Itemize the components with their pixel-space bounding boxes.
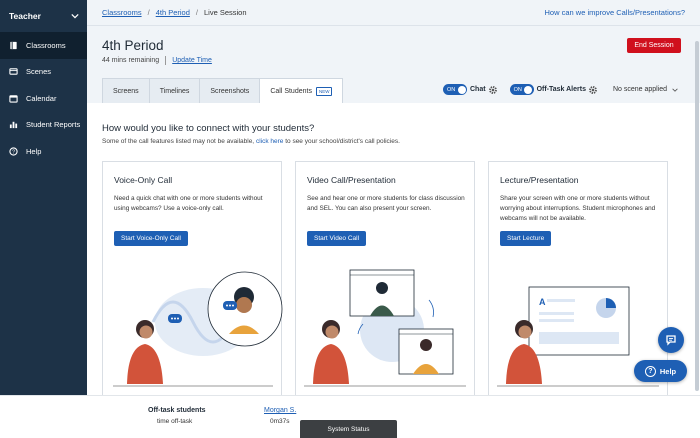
question-icon: ? xyxy=(644,365,656,377)
tab-label: Call Students xyxy=(270,88,312,95)
session-header: 4th Period 44 mins remaining Update Time… xyxy=(87,26,700,104)
off-task-tray: Off-task students time off-task Morgan S… xyxy=(0,395,700,438)
bar-chart-icon xyxy=(9,120,18,129)
system-status-button[interactable]: System Status xyxy=(300,420,397,438)
card-title: Lecture/Presentation xyxy=(500,175,579,185)
card-title: Video Call/Presentation xyxy=(307,175,396,185)
chevron-down-icon xyxy=(672,88,678,92)
call-options-panel: How would you like to connect with your … xyxy=(87,103,700,395)
scroll-thumb[interactable] xyxy=(695,41,699,391)
role-label: Teacher xyxy=(9,11,41,21)
help-icon: ? xyxy=(9,147,18,156)
policy-note-text-end: to see your school/district's call polic… xyxy=(285,138,400,145)
help-button[interactable]: ? Help xyxy=(634,360,687,382)
policy-link[interactable]: click here xyxy=(256,138,283,145)
gear-icon[interactable] xyxy=(488,85,498,95)
chat-bubble-icon xyxy=(666,335,676,346)
breadcrumb-classrooms-link[interactable]: Classrooms xyxy=(102,8,142,17)
sidebar-item-label: Scenes xyxy=(26,67,52,77)
chevron-down-icon xyxy=(71,13,79,19)
sidebar-item-label: Student Reports xyxy=(26,120,81,130)
tab-timelines[interactable]: Timelines xyxy=(148,78,201,103)
page-title: 4th Period xyxy=(102,38,164,53)
breadcrumb-separator: / xyxy=(147,8,150,17)
video-call-illustration xyxy=(304,269,466,387)
time-remaining: 44 mins remaining xyxy=(102,57,160,64)
sidebar-item-calendar[interactable]: Calendar xyxy=(0,85,87,112)
feedback-link[interactable]: How can we improve Calls/Presentations? xyxy=(545,8,685,17)
start-video-call-button[interactable]: Start Video Call xyxy=(307,231,367,246)
start-voice-call-button[interactable]: Start Voice-Only Call xyxy=(114,231,188,246)
off-task-label: Off-Task Alerts xyxy=(536,86,586,93)
sidebar-item-help[interactable]: ? Help xyxy=(0,138,87,165)
toggle-state: ON xyxy=(447,86,456,93)
breadcrumb-separator: / xyxy=(195,8,198,17)
voice-call-illustration xyxy=(113,271,283,387)
voice-call-card: Voice-Only Call Need a quick chat with o… xyxy=(102,161,283,395)
tab-bar: Screens Timelines Screenshots Call Stude… xyxy=(102,78,344,104)
svg-text:?: ? xyxy=(12,149,15,155)
scene-select[interactable]: No scene applied xyxy=(613,86,678,93)
sidebar-item-label: Classrooms xyxy=(26,40,66,50)
session-time-info: 44 mins remaining Update Time xyxy=(102,56,212,65)
tab-screenshots[interactable]: Screenshots xyxy=(199,78,261,103)
scenes-icon xyxy=(9,67,18,76)
section-heading: How would you like to connect with your … xyxy=(102,123,315,134)
policy-note: Some of the call features listed may not… xyxy=(102,138,400,145)
card-description: See and hear one or more students for cl… xyxy=(307,195,465,212)
chat-button[interactable] xyxy=(658,327,684,353)
video-call-card: Video Call/Presentation See and hear one… xyxy=(295,161,475,395)
sidebar-item-label: Calendar xyxy=(26,93,57,103)
tab-screens[interactable]: Screens xyxy=(102,78,150,103)
divider xyxy=(165,56,167,65)
new-badge: NEW xyxy=(315,87,333,96)
off-task-student-time: 0m37s xyxy=(270,418,290,425)
chat-label: Chat xyxy=(470,86,486,93)
calendar-icon xyxy=(9,94,18,103)
policy-note-text: Some of the call features listed may not… xyxy=(102,138,255,145)
update-time-link[interactable]: Update Time xyxy=(172,57,212,64)
book-icon xyxy=(9,41,18,50)
chat-toggle[interactable]: ON xyxy=(443,84,467,95)
gear-icon[interactable] xyxy=(588,85,598,95)
scrollbar[interactable] xyxy=(695,26,700,395)
sidebar: Teacher Classrooms Scenes Calendar Stude… xyxy=(0,0,87,395)
card-description: Need a quick chat with one or more stude… xyxy=(114,195,263,212)
breadcrumb-period-link[interactable]: 4th Period xyxy=(156,8,190,17)
tab-call-students[interactable]: Call Students NEW xyxy=(259,78,344,104)
toggle-state: ON xyxy=(513,86,522,93)
end-session-button[interactable]: End Session xyxy=(627,38,681,53)
top-bar: Classrooms / 4th Period / Live Session How c… xyxy=(87,0,700,26)
off-task-subtitle: time off-task xyxy=(157,418,193,425)
sidebar-item-scenes[interactable]: Scenes xyxy=(0,59,87,86)
card-description: Share your screen with one or more stude… xyxy=(500,195,656,222)
breadcrumb: Classrooms / 4th Period / Live Session xyxy=(102,8,247,17)
off-task-toggle[interactable]: ON xyxy=(509,84,534,95)
sidebar-item-classrooms[interactable]: Classrooms xyxy=(0,32,87,59)
start-lecture-button[interactable]: Start Lecture xyxy=(500,231,552,246)
off-task-title: Off-task students xyxy=(148,407,206,414)
session-controls: ON Chat ON Off-Task Alerts No scene appl… xyxy=(443,84,678,95)
off-task-student-link[interactable]: Morgan S. xyxy=(264,407,296,414)
card-title: Voice-Only Call xyxy=(114,175,173,185)
scene-select-value: No scene applied xyxy=(612,86,668,93)
sidebar-item-student-reports[interactable]: Student Reports xyxy=(0,112,87,139)
app-window: Teacher Classrooms Scenes Calendar Stude… xyxy=(0,0,700,438)
help-label: Help xyxy=(659,366,677,376)
breadcrumb-current: Live Session xyxy=(203,8,247,17)
role-selector[interactable]: Teacher xyxy=(0,0,87,32)
sidebar-item-label: Help xyxy=(26,146,42,156)
svg-text:A: A xyxy=(539,297,546,307)
